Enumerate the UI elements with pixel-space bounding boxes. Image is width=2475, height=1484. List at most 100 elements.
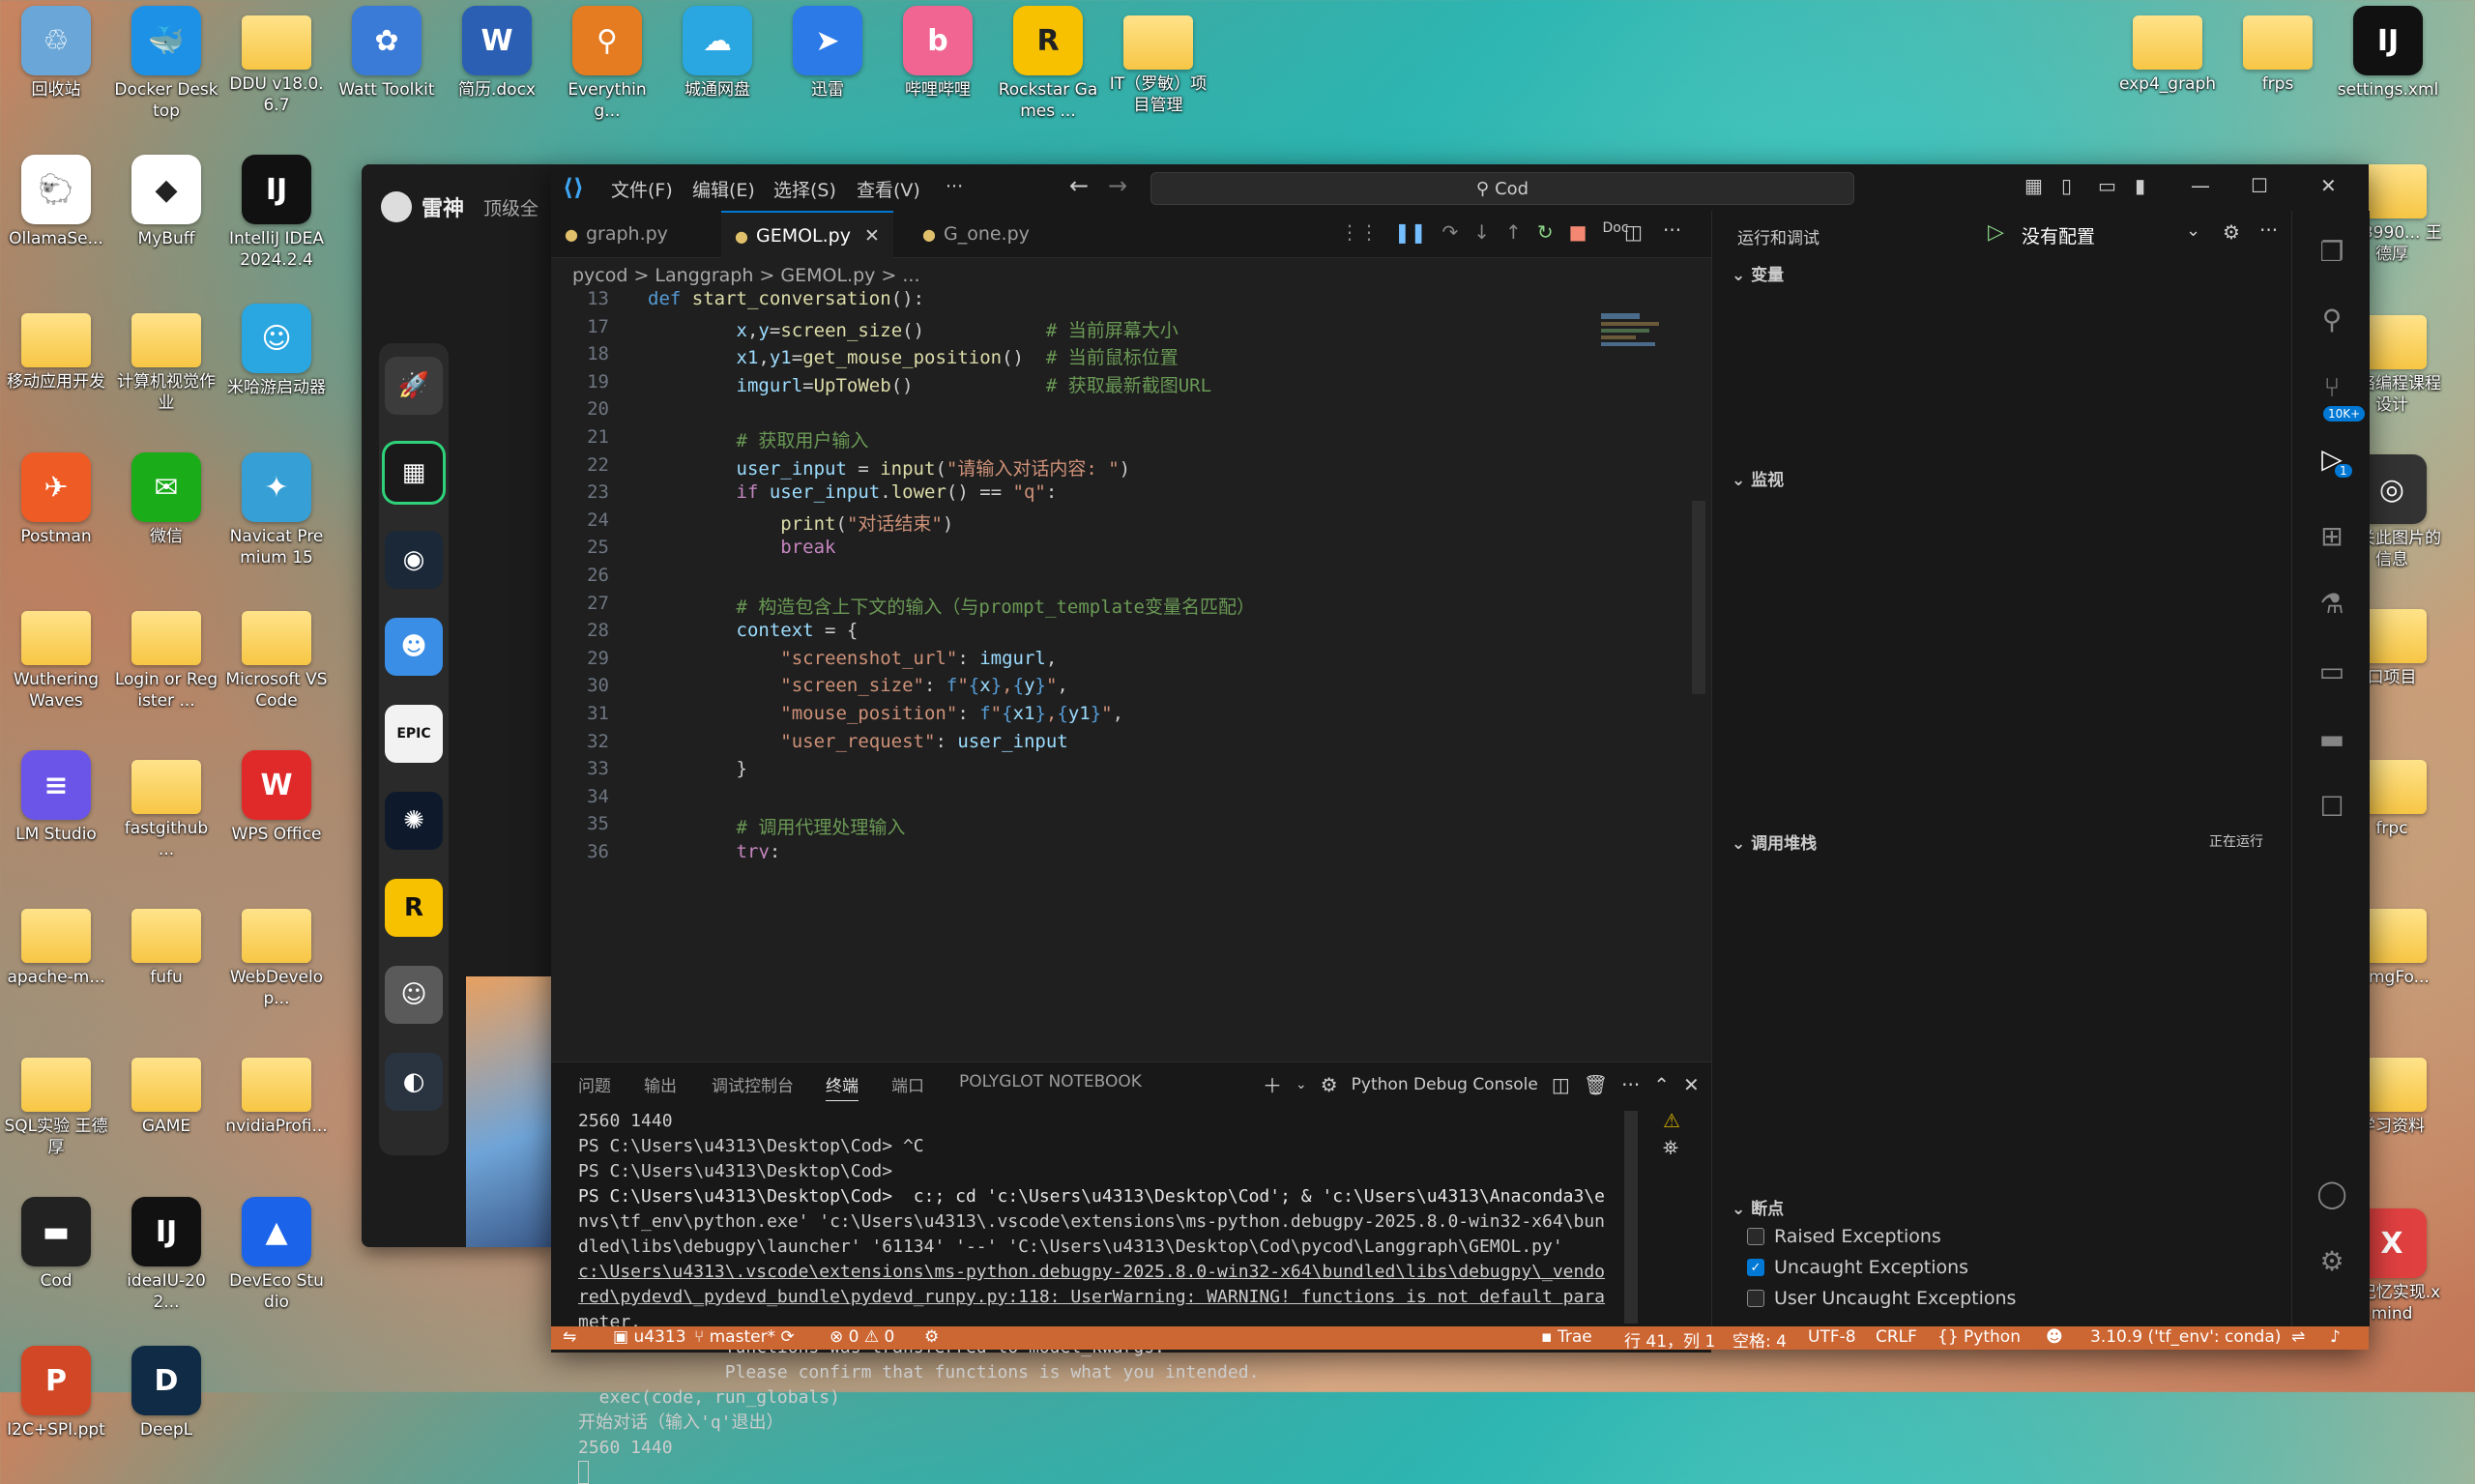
desktop-icon[interactable]: ▬ Cod xyxy=(4,1197,108,1292)
code-line[interactable]: try: xyxy=(648,841,781,858)
desktop-icon[interactable]: IJ ideaIU-202... xyxy=(114,1197,218,1313)
docker-icon[interactable]: ▬ xyxy=(2315,723,2348,756)
breadcrumb[interactable]: pycod > Langgraph > GEMOL.py > ... xyxy=(572,265,920,286)
gear-icon[interactable]: ⚙ xyxy=(2223,220,2240,244)
menu-selection[interactable]: 选择(S) xyxy=(773,176,836,202)
status-position[interactable]: 行 41，列 1 xyxy=(1624,1327,1715,1352)
launcher-app-battlenet[interactable]: ✺ xyxy=(385,792,443,850)
desktop-icon[interactable]: Microsoft VS Code xyxy=(224,601,329,712)
desktop-icon[interactable]: W 简历.docx xyxy=(445,6,549,101)
tab-g-one-py[interactable]: ● G_one.py xyxy=(909,211,1043,257)
desktop-icon[interactable]: exp4_graph xyxy=(2115,6,2220,95)
desktop-icon[interactable]: IT（罗敏）项目管理 xyxy=(1106,6,1210,116)
desktop-icon[interactable]: ▲ DevEco Studio xyxy=(224,1197,329,1313)
toggle-panel-icon[interactable]: ▭ xyxy=(2098,174,2116,197)
more-actions-icon[interactable]: ··· xyxy=(1663,218,1681,242)
testing-icon[interactable]: ⚗ xyxy=(2315,588,2348,621)
tab-gemol-py[interactable]: ● GEMOL.py ✕ xyxy=(721,211,893,259)
status-branch[interactable]: ⑂ master* ⟳ xyxy=(694,1327,795,1347)
code-line[interactable]: } xyxy=(648,758,747,779)
maximize-icon[interactable]: ☐ xyxy=(2251,174,2268,197)
desktop-icon[interactable]: ☁ 城通网盘 xyxy=(665,6,770,101)
checkbox[interactable] xyxy=(1747,1228,1764,1245)
code-line[interactable]: "user_request": user_input xyxy=(648,731,1067,752)
launcher-app-rockstar[interactable]: R xyxy=(385,879,443,937)
checkbox[interactable] xyxy=(1747,1290,1764,1307)
menu-edit[interactable]: 编辑(E) xyxy=(692,176,755,202)
menu-file[interactable]: 文件(F) xyxy=(611,176,673,202)
desktop-icon[interactable]: ✉ 微信 xyxy=(114,452,218,547)
section-callstack[interactable]: ⌄ 调用堆栈 xyxy=(1732,829,1817,854)
launcher-app-rocket[interactable]: 🚀 xyxy=(385,357,443,415)
launcher-app-dead-by-daylight[interactable]: ▦ xyxy=(385,444,443,502)
section-breakpoints[interactable]: ⌄ 断点 xyxy=(1732,1195,1784,1219)
desktop-icon[interactable]: 移动应用开发 xyxy=(4,304,108,393)
bp-raised-exceptions[interactable]: Raised Exceptions xyxy=(1747,1226,1941,1247)
desktop-icon[interactable]: frps xyxy=(2226,6,2330,95)
code-line[interactable]: if user_input.lower() == "q": xyxy=(648,481,1058,503)
desktop-icon[interactable]: apache-m... xyxy=(4,899,108,988)
desktop-icon[interactable]: 计算机视觉作业 xyxy=(114,304,218,414)
desktop-icon[interactable]: Wuthering Waves xyxy=(4,601,108,712)
code-line[interactable]: print("对话结束") xyxy=(648,509,953,536)
new-terminal-icon[interactable]: ＋ xyxy=(1263,1070,1282,1098)
status-problems[interactable]: ⊗ 0 ⚠ 0 xyxy=(830,1327,894,1347)
desktop-icon[interactable]: D DeepL xyxy=(114,1346,218,1440)
desktop-icon[interactable]: R Rockstar Games ... xyxy=(996,6,1100,122)
maximize-panel-icon[interactable]: ⌃ xyxy=(1653,1073,1670,1096)
search-icon[interactable]: ⚲ xyxy=(2315,304,2348,336)
split-editor-icon[interactable]: ◫ xyxy=(1624,220,1643,244)
notifications-bell-icon[interactable]: ♪ xyxy=(2330,1327,2341,1347)
menu-view[interactable]: 查看(V) xyxy=(857,176,920,202)
launcher-app-epic-games[interactable]: EPIC xyxy=(385,705,443,763)
desktop-icon[interactable]: IJ IntelliJ IDEA 2024.2.4 xyxy=(224,155,329,271)
code-line[interactable]: "screenshot_url": imgurl, xyxy=(648,648,1057,669)
status-encoding[interactable]: UTF-8 xyxy=(1808,1327,1856,1347)
desktop-icon[interactable]: ✈ Postman xyxy=(4,452,108,547)
terminal-scrollbar[interactable] xyxy=(1624,1111,1638,1324)
desktop-icon[interactable]: ♲ 回收站 xyxy=(4,6,108,101)
status-language[interactable]: {} Python xyxy=(1937,1327,2021,1347)
launcher-app-overwatch[interactable]: ☺ xyxy=(385,966,443,1024)
explorer-icon[interactable]: ❐ xyxy=(2315,236,2348,269)
launcher-app-steam[interactable]: ◉ xyxy=(385,531,443,589)
code-line[interactable]: "screen_size": f"{x},{y}", xyxy=(648,675,1068,696)
code-editor[interactable]: 13 def start_conversation(): 17 x,y=screen… xyxy=(551,288,1595,858)
stop-icon[interactable]: ■ xyxy=(1569,220,1587,244)
close-panel-icon[interactable]: ✕ xyxy=(1683,1073,1700,1096)
section-variables[interactable]: ⌄ 变量 xyxy=(1732,261,1784,285)
code-line[interactable]: # 获取用户输入 xyxy=(648,426,869,452)
more-icon[interactable]: ··· xyxy=(2259,218,2278,242)
status-user[interactable]: ▣ u4313 xyxy=(613,1327,686,1347)
desktop-icon[interactable]: fastgithub ... xyxy=(114,750,218,860)
terminal-output[interactable]: 2560 1440 PS C:\Users\u4313\Desktop\Cod> … xyxy=(578,1109,1605,1484)
terminal-name[interactable]: Python Debug Console xyxy=(1352,1075,1538,1094)
desktop-icon[interactable]: 🐳 Docker Desktop xyxy=(114,6,218,122)
toggle-primary-sidebar-icon[interactable]: ▯ xyxy=(2061,174,2072,197)
drag-handle-icon[interactable]: ⋮⋮ xyxy=(1340,220,1379,244)
step-into-icon[interactable]: ↓ xyxy=(1473,220,1490,244)
code-line[interactable]: def start_conversation(): xyxy=(648,288,924,309)
restart-icon[interactable]: ↻ xyxy=(1537,220,1554,244)
editor-scrollbar[interactable] xyxy=(1692,501,1705,694)
desktop-icon[interactable]: ≡ LM Studio xyxy=(4,750,108,845)
step-out-icon[interactable]: ↑ xyxy=(1505,220,1522,244)
chat-icon[interactable]: ☐ xyxy=(2315,791,2348,824)
desktop-icon[interactable]: ➤ 迅雷 xyxy=(775,6,880,101)
debug-config-select[interactable]: 没有配置 xyxy=(2022,222,2095,248)
desktop-icon[interactable]: ⚲ Everything... xyxy=(555,6,659,122)
desktop-icon[interactable]: ✦ Navicat Premium 15 xyxy=(224,452,329,568)
chevron-down-icon[interactable]: ⌄ xyxy=(2186,220,2200,241)
extensions-icon[interactable]: ⊞ xyxy=(2315,520,2348,553)
nav-forward-icon[interactable]: → xyxy=(1108,172,1127,199)
minimize-icon[interactable]: — xyxy=(2191,174,2210,197)
status-interpreter[interactable]: 3.10.9 ('tf_env': conda) xyxy=(2090,1327,2281,1347)
debug-status-icon[interactable]: ⚙ xyxy=(924,1327,939,1347)
close-tab-icon[interactable]: ✕ xyxy=(864,225,880,247)
bp-user-uncaught-exceptions[interactable]: User Uncaught Exceptions xyxy=(1747,1288,2016,1309)
desktop-icon[interactable]: SQL实验 王德厚 xyxy=(4,1048,108,1158)
section-watch[interactable]: ⌄ 监视 xyxy=(1732,466,1784,490)
desktop-icon[interactable]: DDU v18.0.6.7 xyxy=(224,6,329,116)
menu-more[interactable]: ··· xyxy=(946,176,963,197)
layout-icon[interactable]: ⇌ xyxy=(2291,1327,2305,1347)
